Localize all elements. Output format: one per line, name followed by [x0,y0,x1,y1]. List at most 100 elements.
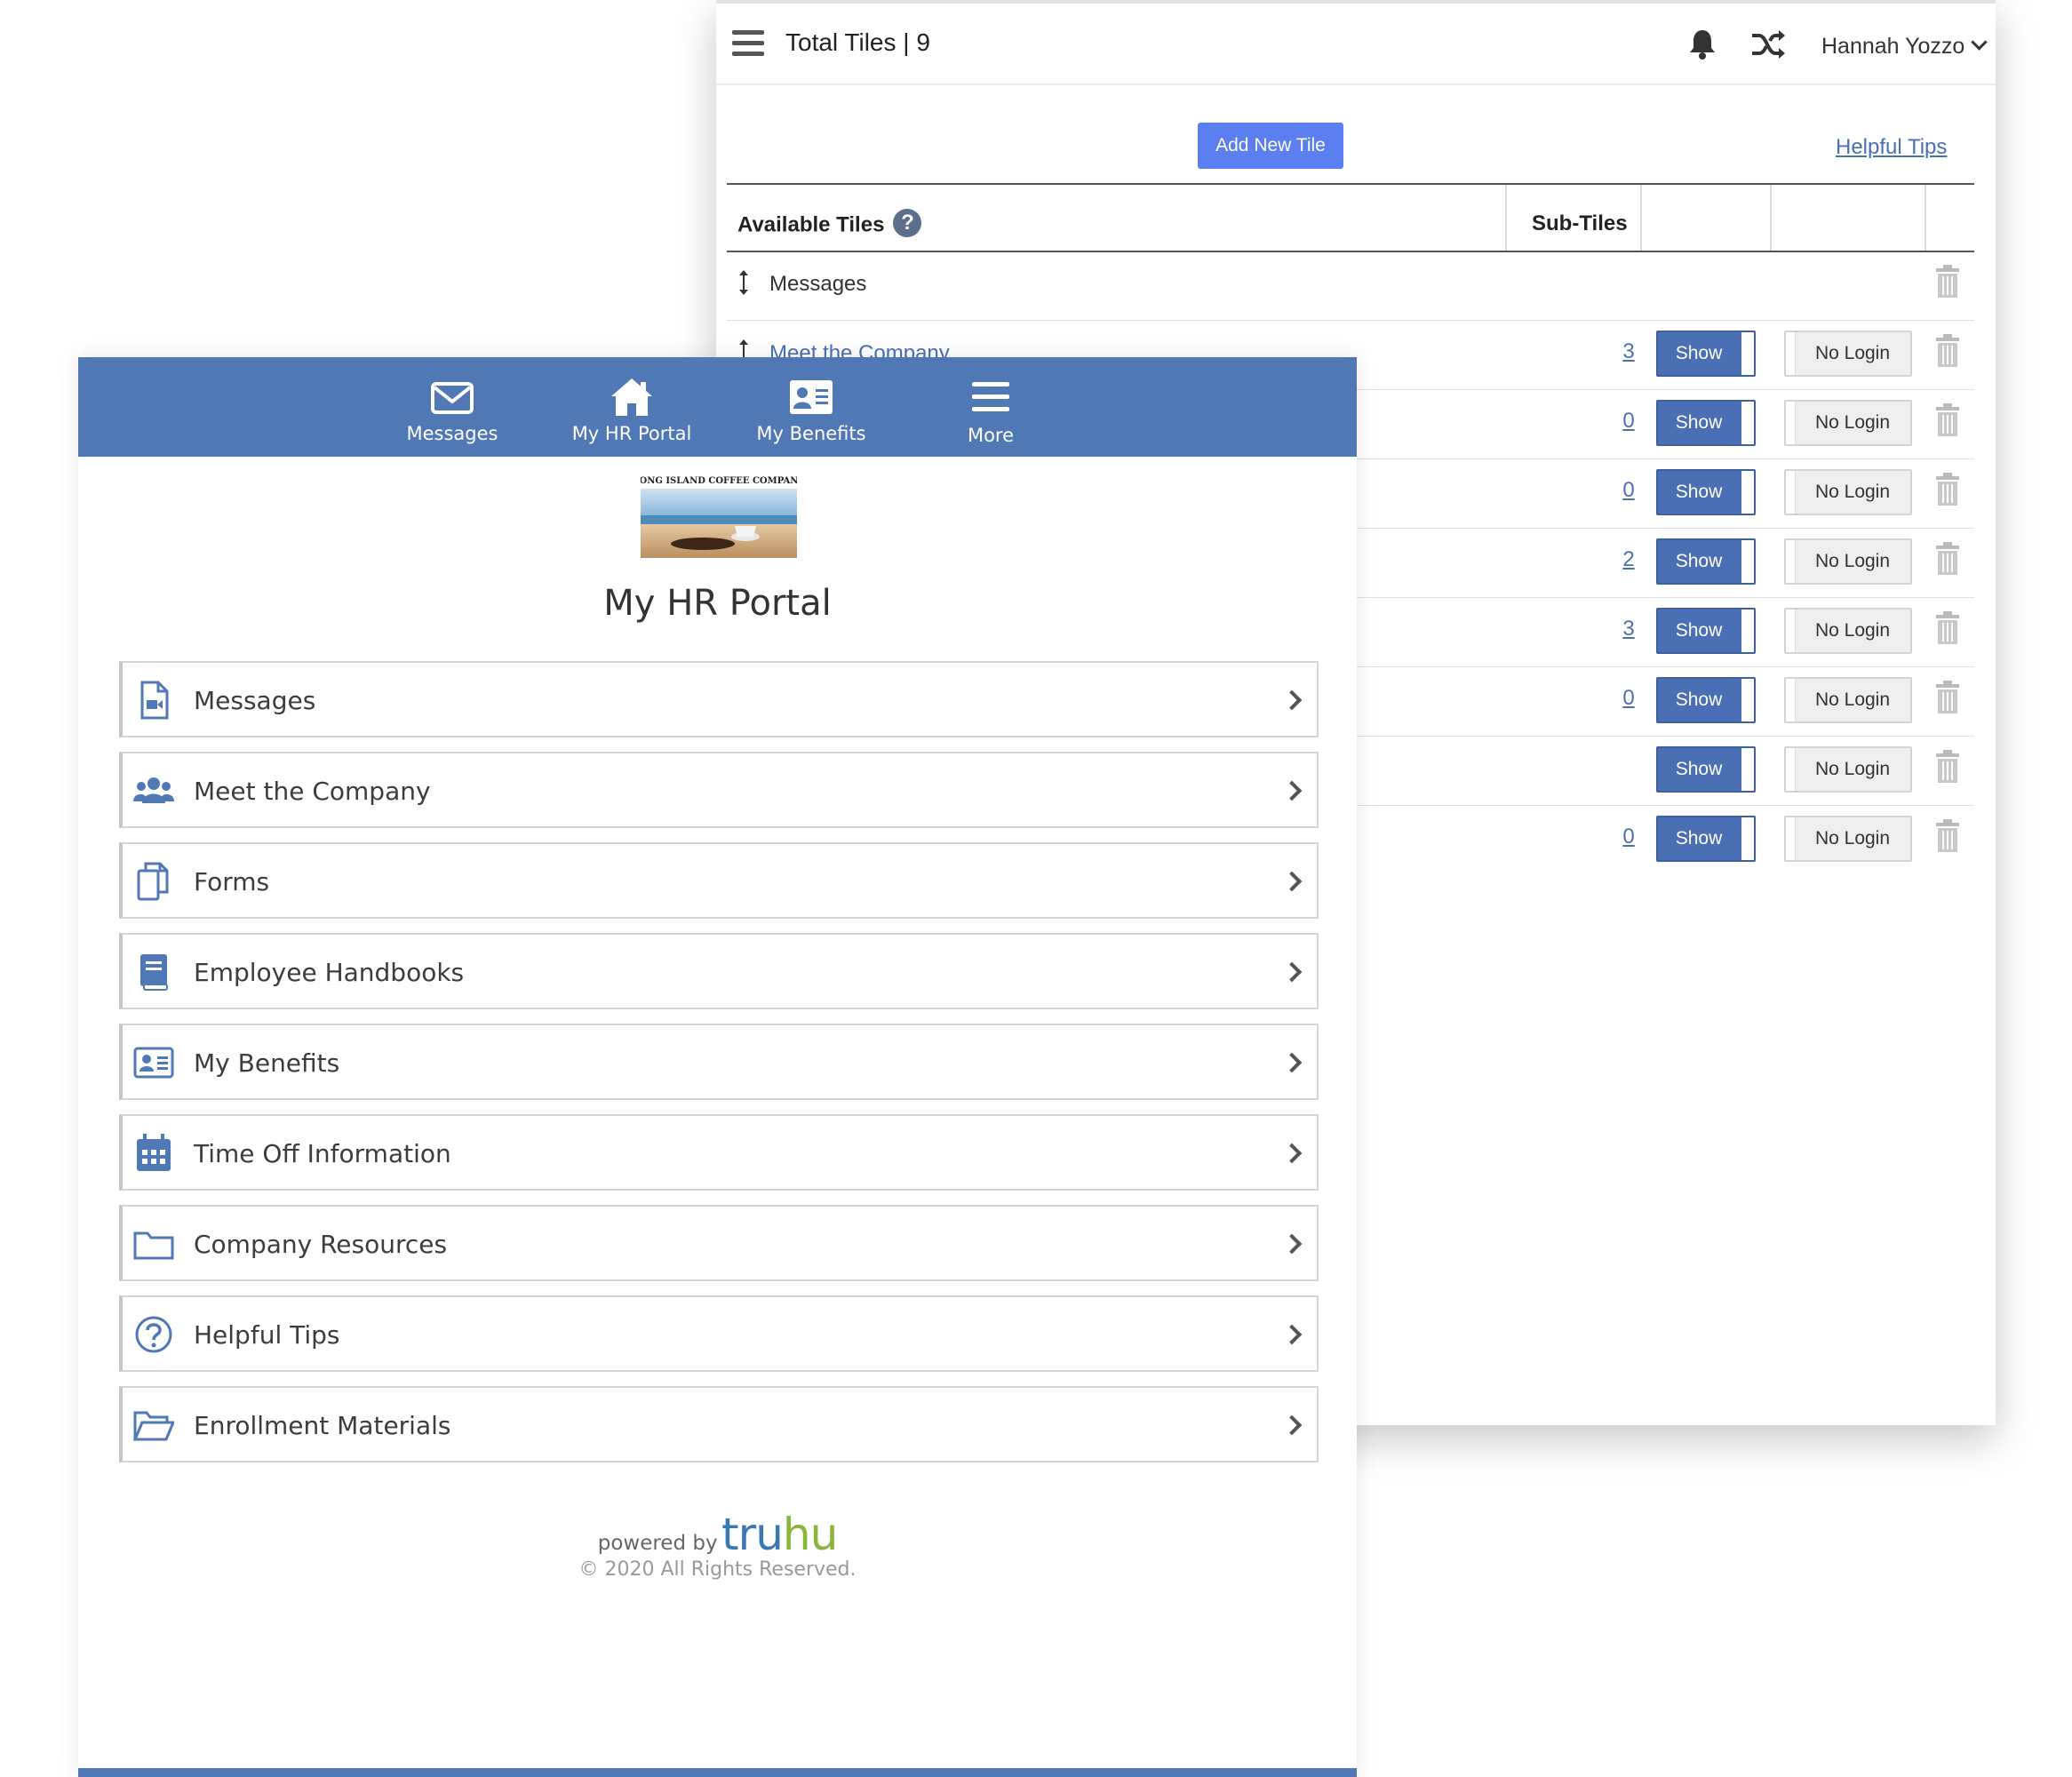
help-circle-icon[interactable]: ? [893,209,922,237]
login-toggle[interactable]: No Login [1784,331,1912,377]
mobile-bottom-bar [78,1768,1357,1777]
subtile-count-link[interactable]: 3 [1615,617,1642,641]
show-toggle-label: Show [1675,828,1723,849]
question-circle-icon [135,1316,172,1353]
login-toggle[interactable]: No Login [1784,469,1912,515]
subtile-count-link[interactable]: 3 [1615,339,1642,364]
users-icon [133,777,174,803]
chevron-down-icon [1971,34,1988,51]
column-divider [1505,185,1507,251]
show-toggle[interactable]: Show [1656,538,1756,585]
menu-item-label: Meet the Company [194,777,431,806]
mobile-portal-window: Messages My HR Portal My Benefits More L… [78,357,1357,1777]
hamburger-icon [972,382,1009,411]
show-toggle[interactable]: Show [1656,400,1756,446]
drag-handle-icon[interactable] [737,270,750,295]
user-menu[interactable]: Hannah Yozzo [1821,34,1988,60]
trash-icon[interactable] [1935,681,1960,714]
login-toggle[interactable]: No Login [1784,677,1912,723]
menu-item-forms[interactable]: Forms [119,842,1319,919]
nav-my-hr-portal[interactable]: My HR Portal [556,357,707,457]
menu-item-label: Company Resources [194,1230,448,1259]
trash-icon[interactable] [1935,750,1960,784]
column-divider [1640,185,1642,251]
subtile-count-link[interactable]: 0 [1615,409,1642,434]
login-toggle-label: No Login [1814,412,1891,433]
subtile-count-link[interactable]: 0 [1615,825,1642,849]
envelope-icon [431,382,474,414]
login-toggle-label: No Login [1814,828,1891,849]
nav-my-benefits[interactable]: My Benefits [736,357,887,457]
login-toggle[interactable]: No Login [1784,538,1912,585]
chevron-right-icon [1281,1233,1303,1255]
trash-icon[interactable] [1935,334,1960,368]
chevron-right-icon [1281,1052,1303,1073]
login-toggle[interactable]: No Login [1784,746,1912,793]
trash-icon[interactable] [1935,611,1960,645]
helpful-tips-link[interactable]: Helpful Tips [1836,135,1947,160]
show-toggle[interactable]: Show [1656,677,1756,723]
copy-icon [137,862,169,901]
menu-item-helpful-tips[interactable]: Helpful Tips [119,1295,1319,1372]
shuffle-icon[interactable] [1750,28,1786,60]
trash-icon[interactable] [1935,473,1960,506]
show-toggle[interactable]: Show [1656,608,1756,654]
login-toggle[interactable]: No Login [1784,816,1912,862]
trash-icon[interactable] [1935,542,1960,576]
nav-more[interactable]: More [915,357,1066,457]
show-toggle[interactable]: Show [1656,746,1756,793]
column-divider [1770,185,1772,251]
login-toggle-label: No Login [1814,620,1891,641]
menu-item-time-off-information[interactable]: Time Off Information [119,1114,1319,1191]
table-row: Messages [727,252,1974,321]
chevron-right-icon [1281,871,1303,892]
menu-item-company-resources[interactable]: Company Resources [119,1205,1319,1281]
menu-item-label: Messages [194,686,316,715]
trash-icon[interactable] [1935,403,1960,437]
subtile-count-link[interactable]: 2 [1615,547,1642,572]
show-toggle[interactable]: Show [1656,816,1756,862]
login-toggle-label: No Login [1814,689,1891,710]
menu-item-employee-handbooks[interactable]: Employee Handbooks [119,933,1319,1009]
subtile-count-link[interactable]: 0 [1615,686,1642,711]
copyright-text: © 2020 All Rights Reserved. [578,1558,857,1581]
folder-icon [133,1231,174,1260]
subtile-count-link[interactable]: 0 [1615,478,1642,503]
powered-by-footer: powered by truhu [78,1509,1357,1560]
login-toggle-label: No Login [1814,482,1891,502]
admin-top-bar: Total Tiles | 9 Hannah Yozzo [716,7,1996,85]
nav-messages[interactable]: Messages [377,357,528,457]
hamburger-icon[interactable] [732,30,764,57]
header-available-tiles: Available Tiles? [737,209,922,240]
user-name: Hannah Yozzo [1821,34,1965,59]
menu-item-my-benefits[interactable]: My Benefits [119,1024,1319,1100]
file-video-icon [140,681,169,720]
show-toggle-label: Show [1675,759,1723,779]
menu-item-enrollment-materials[interactable]: Enrollment Materials [119,1386,1319,1462]
brand-part-b: hu [782,1509,838,1560]
trash-icon[interactable] [1935,819,1960,853]
tile-name: Messages [769,272,867,296]
chevron-right-icon [1281,689,1303,711]
chevron-right-icon [1281,1324,1303,1345]
header-sub-tiles: Sub-Tiles [1532,211,1628,235]
truhu-logo: truhu [721,1509,838,1560]
login-toggle[interactable]: No Login [1784,400,1912,446]
chevron-right-icon [1281,1143,1303,1164]
menu-item-label: My Benefits [194,1048,340,1078]
nav-label: My HR Portal [571,423,692,444]
header-available-label: Available Tiles [737,212,885,237]
show-toggle[interactable]: Show [1656,331,1756,377]
bell-icon[interactable] [1685,27,1720,62]
login-toggle[interactable]: No Login [1784,608,1912,654]
show-toggle-label: Show [1675,551,1723,571]
menu-item-meet-the-company[interactable]: Meet the Company [119,752,1319,828]
menu-item-messages[interactable]: Messages [119,661,1319,737]
company-logo: LONG ISLAND COFFEE COMPANY [641,471,797,558]
show-toggle[interactable]: Show [1656,469,1756,515]
add-new-tile-button[interactable]: Add New Tile [1198,123,1343,169]
mobile-top-nav: Messages My HR Portal My Benefits More [78,357,1357,457]
menu-item-label: Employee Handbooks [194,958,465,987]
trash-icon[interactable] [1935,265,1960,299]
brand-part-a: tru [721,1509,784,1560]
